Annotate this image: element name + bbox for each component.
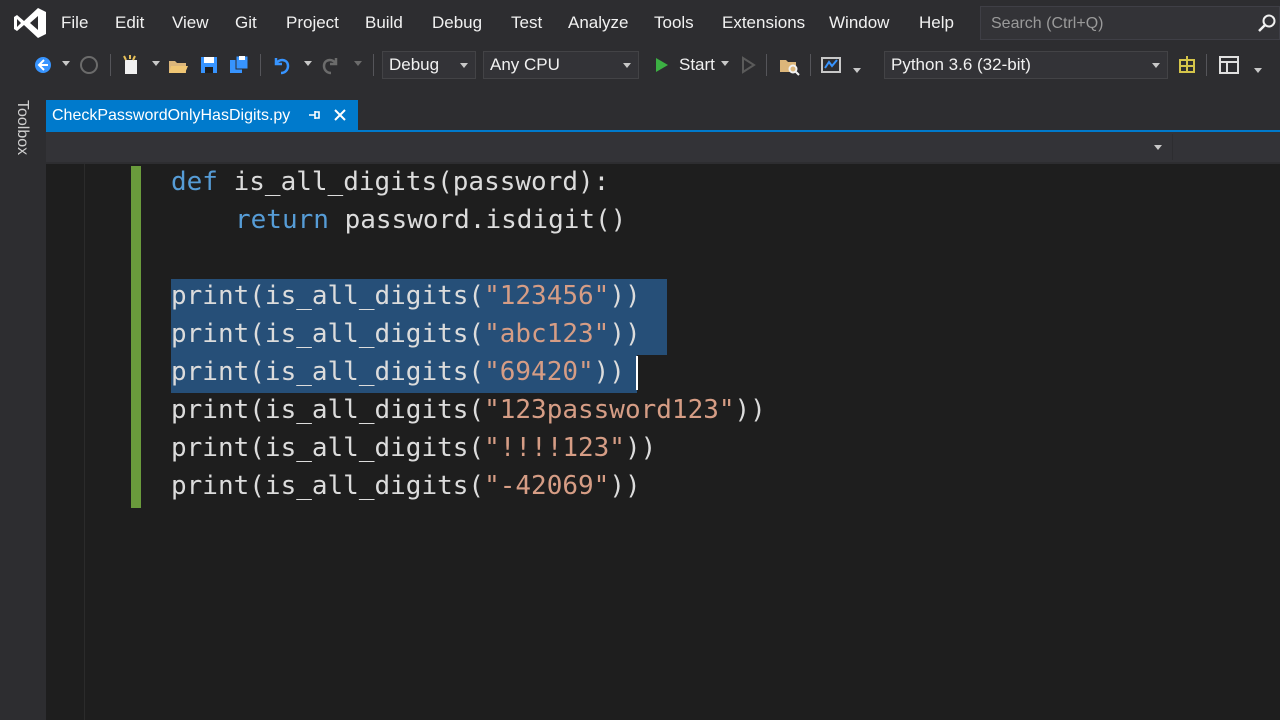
configuration-value: Debug <box>389 55 440 74</box>
code-text: )) <box>593 357 625 387</box>
code-text: print(is_all_digits( <box>171 281 485 311</box>
code-text: print(is_all_digits( <box>171 319 485 349</box>
python-environment-select[interactable]: Python 3.6 (32-bit) <box>884 51 1168 79</box>
code-line[interactable]: print(is_all_digits("123456")) <box>171 278 641 314</box>
start-without-debugging-icon[interactable] <box>737 54 759 76</box>
code-line[interactable]: print(is_all_digits("-42069")) <box>171 468 641 504</box>
code-keyword: def <box>171 167 218 197</box>
code-text: )) <box>609 319 641 349</box>
code-text: print(is_all_digits( <box>171 433 485 463</box>
code-text: password.isdigit() <box>328 205 627 235</box>
code-string: "!!!!123" <box>484 433 625 463</box>
menu-analyze[interactable]: Analyze <box>568 12 628 34</box>
chevron-down-icon[interactable] <box>1154 145 1162 150</box>
layout-overflow-icon[interactable] <box>1254 68 1262 73</box>
diagnostic-tools-icon[interactable] <box>820 54 842 76</box>
toolbar-separator <box>1206 54 1207 76</box>
code-line[interactable]: return password.isdigit() <box>235 202 626 238</box>
document-tab-row: CheckPasswordOnlyHasDigits.py <box>46 100 1280 130</box>
visual-studio-logo-icon[interactable] <box>12 6 48 40</box>
code-string: "123password123" <box>484 395 735 425</box>
close-tab-icon[interactable] <box>332 107 348 123</box>
menu-window[interactable]: Window <box>829 12 889 34</box>
menu-view[interactable]: View <box>172 12 209 34</box>
save-all-icon[interactable] <box>228 54 250 76</box>
code-text: )) <box>609 281 641 311</box>
toolbox-tab[interactable]: Toolbox <box>12 100 32 155</box>
menu-git[interactable]: Git <box>235 12 257 34</box>
chevron-down-icon <box>460 63 468 68</box>
code-string: "-42069" <box>484 471 610 501</box>
menu-build[interactable]: Build <box>365 12 403 34</box>
toolbar-separator <box>766 54 767 76</box>
start-debugging-icon[interactable] <box>650 54 672 76</box>
menu-file[interactable]: File <box>61 12 88 34</box>
new-project-icon[interactable] <box>120 54 142 76</box>
environment-value: Python 3.6 (32-bit) <box>891 55 1031 74</box>
code-line[interactable]: print(is_all_digits("!!!!123")) <box>171 430 656 466</box>
search-icon[interactable] <box>1257 13 1277 33</box>
navigate-forward-icon[interactable] <box>78 54 100 76</box>
menu-help[interactable]: Help <box>919 12 954 34</box>
window-layout-icon[interactable] <box>1218 54 1240 76</box>
undo-dropdown-icon[interactable] <box>304 61 312 66</box>
chevron-down-icon <box>1152 63 1160 68</box>
menu-project[interactable]: Project <box>286 12 339 34</box>
python-packages-icon[interactable] <box>1176 54 1198 76</box>
toolbar-separator <box>810 54 811 76</box>
code-line[interactable]: def is_all_digits(password): <box>171 164 609 200</box>
toolbar-separator <box>373 54 374 76</box>
toolbar-overflow-icon[interactable] <box>853 68 861 73</box>
code-keyword: return <box>235 205 329 235</box>
menu-tools[interactable]: Tools <box>654 12 694 34</box>
solution-platform-select[interactable]: Any CPU <box>483 51 639 79</box>
code-line[interactable]: print(is_all_digits("abc123")) <box>171 316 641 352</box>
code-text: )) <box>609 471 641 501</box>
back-dropdown-icon[interactable] <box>62 61 70 66</box>
save-icon[interactable] <box>198 54 220 76</box>
pin-tab-icon[interactable] <box>306 107 322 123</box>
menu-debug[interactable]: Debug <box>432 12 482 34</box>
solution-configuration-select[interactable]: Debug <box>382 51 476 79</box>
code-text: )) <box>734 395 766 425</box>
code-text: print(is_all_digits( <box>171 395 485 425</box>
toolbar-separator <box>260 54 261 76</box>
undo-icon[interactable] <box>270 54 292 76</box>
toolbar-separator <box>110 54 111 76</box>
new-dropdown-icon[interactable] <box>152 61 160 66</box>
start-dropdown-icon[interactable] <box>721 61 729 66</box>
start-button[interactable]: Start <box>679 55 715 75</box>
code-line[interactable]: print(is_all_digits("69420")) <box>171 354 625 390</box>
navigation-bar[interactable] <box>46 132 1280 162</box>
search-box[interactable] <box>980 6 1280 40</box>
toolbox-strip <box>0 84 40 720</box>
code-text: is_all_digits(password): <box>217 167 610 197</box>
menu-extensions[interactable]: Extensions <box>722 12 805 34</box>
code-string: "123456" <box>484 281 610 311</box>
code-text: print(is_all_digits( <box>171 357 485 387</box>
menu-edit[interactable]: Edit <box>115 12 144 34</box>
chevron-down-icon <box>623 63 631 68</box>
document-tab[interactable]: CheckPasswordOnlyHasDigits.py <box>46 100 358 130</box>
code-text: print(is_all_digits( <box>171 471 485 501</box>
redo-dropdown-icon[interactable] <box>354 61 362 66</box>
menu-bar: File Edit View Git Project Build Debug T… <box>0 0 1280 46</box>
platform-value: Any CPU <box>490 55 560 74</box>
code-string: "69420" <box>484 357 594 387</box>
solution-explorer-icon[interactable] <box>778 54 800 76</box>
search-input[interactable] <box>989 12 1253 36</box>
text-caret <box>636 356 638 390</box>
change-tracking-bar <box>131 166 141 508</box>
navigation-bar-divider <box>1172 134 1173 160</box>
open-folder-icon[interactable] <box>167 54 189 76</box>
editor-margin-divider <box>84 164 85 720</box>
code-text: )) <box>624 433 657 463</box>
document-tab-title: CheckPasswordOnlyHasDigits.py <box>52 107 291 124</box>
navigate-back-icon[interactable] <box>32 54 54 76</box>
redo-icon[interactable] <box>320 54 342 76</box>
menu-test[interactable]: Test <box>511 12 542 34</box>
code-string: "abc123" <box>484 319 610 349</box>
standard-toolbar: Debug Any CPU Start Python 3.6 (32-bit) <box>0 46 1280 84</box>
code-line[interactable]: print(is_all_digits("123password123")) <box>171 392 766 428</box>
